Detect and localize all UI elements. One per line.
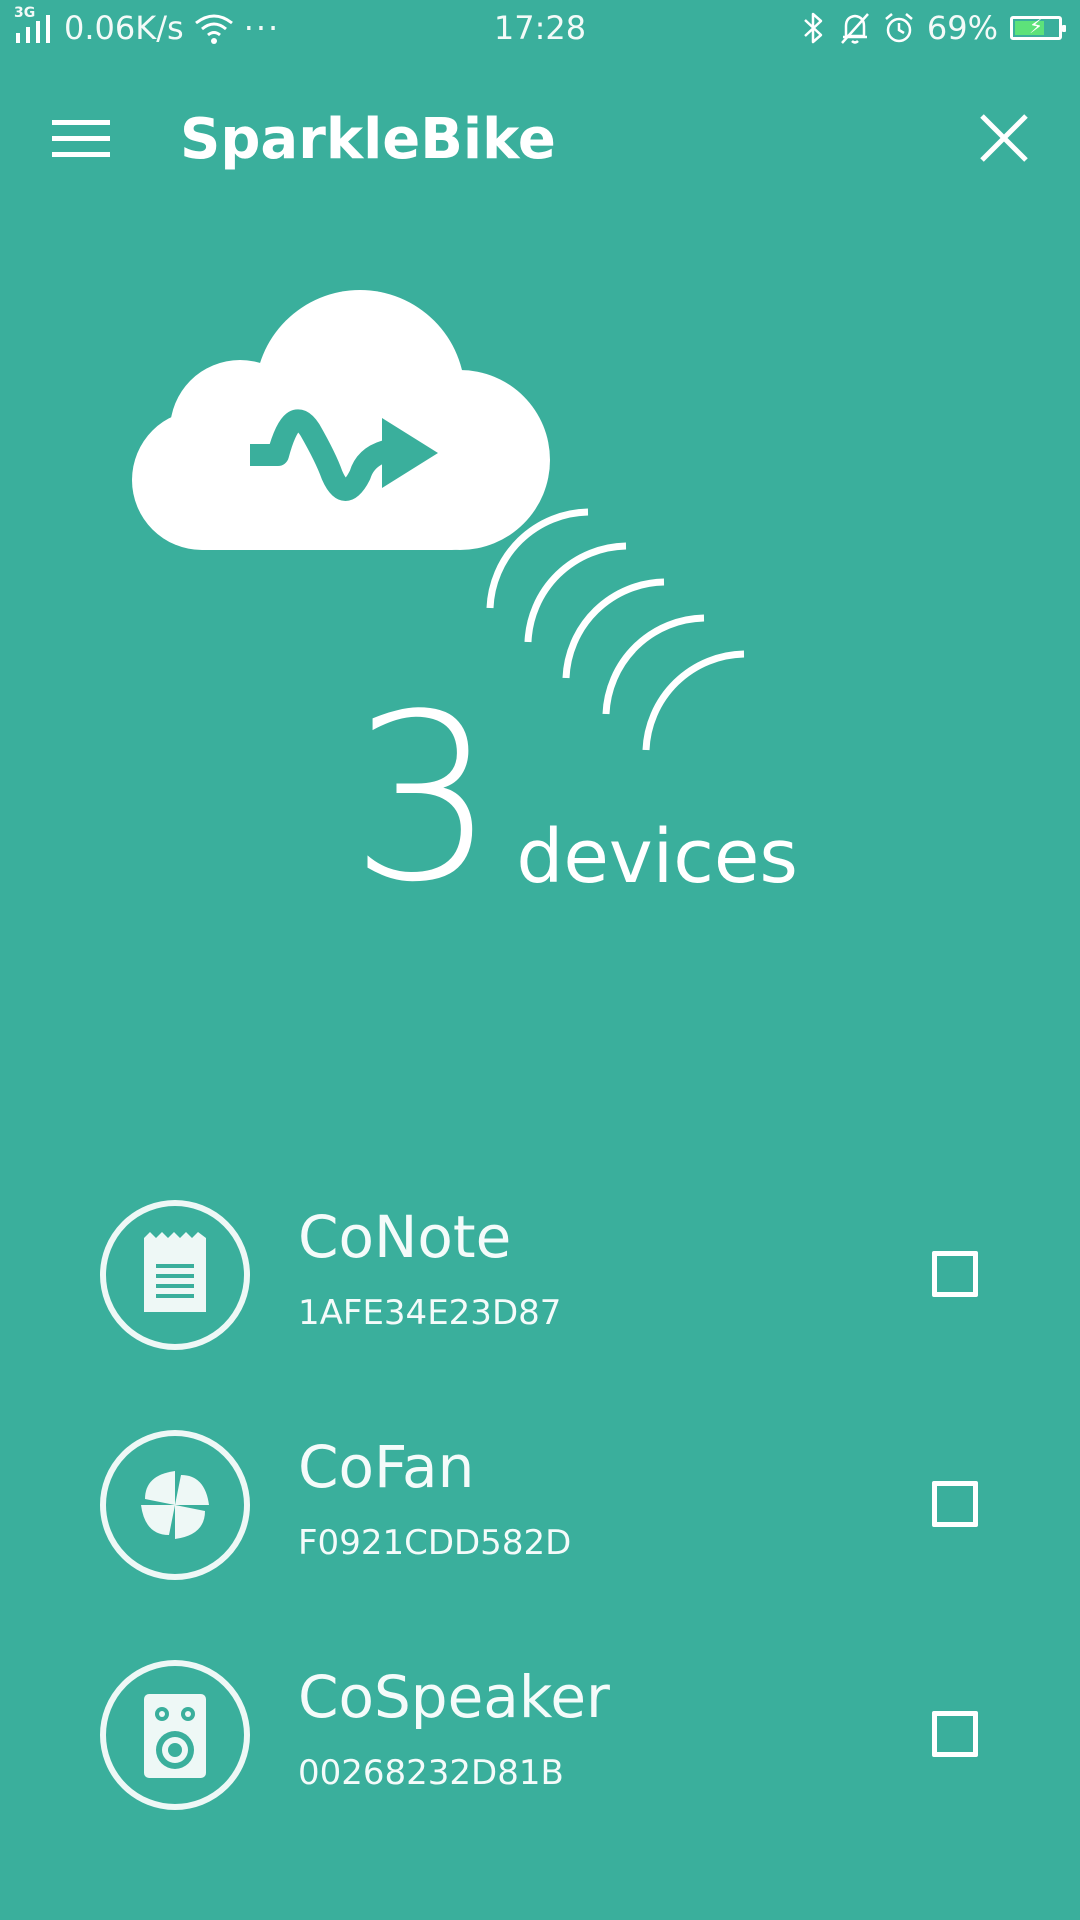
device-name: CoFan <box>298 1433 475 1501</box>
device-row-cofan[interactable]: CoFan F0921CDD582D <box>0 1425 1080 1655</box>
speaker-icon <box>144 1694 206 1778</box>
bluetooth-icon <box>801 11 827 45</box>
device-list: CoNote 1AFE34E23D87 CoFan F0921CDD582D C… <box>0 1195 1080 1885</box>
close-icon[interactable] <box>976 110 1032 166</box>
device-id: 00268232D81B <box>298 1753 564 1793</box>
menu-icon[interactable] <box>52 116 112 162</box>
device-id: F0921CDD582D <box>298 1523 572 1563</box>
device-name: CoSpeaker <box>298 1663 610 1731</box>
battery-icon: ⚡ <box>1010 14 1066 40</box>
device-id: 1AFE34E23D87 <box>298 1293 562 1333</box>
app-bar: SparkleBike <box>0 90 1080 190</box>
device-count-label: devices <box>516 814 798 900</box>
app-title: SparkleBike <box>180 107 556 172</box>
device-checkbox[interactable] <box>932 1251 978 1297</box>
device-avatar <box>100 1430 250 1580</box>
bell-muted-icon <box>839 11 871 45</box>
device-checkbox[interactable] <box>932 1481 978 1527</box>
charging-bolt-icon: ⚡ <box>1028 14 1044 38</box>
fan-icon <box>141 1471 209 1539</box>
device-row-cospeaker[interactable]: CoSpeaker 00268232D81B <box>0 1655 1080 1885</box>
device-checkbox[interactable] <box>932 1711 978 1757</box>
status-bar: 3G 0.06K/s ··· 17:28 69% ⚡ <box>0 0 1080 56</box>
alarm-icon <box>883 11 915 45</box>
notepad-icon <box>144 1232 206 1312</box>
status-right: 69% ⚡ <box>801 6 1066 50</box>
battery-percent: 69% <box>926 9 998 47</box>
device-name: CoNote <box>298 1203 512 1271</box>
device-row-conote[interactable]: CoNote 1AFE34E23D87 <box>0 1195 1080 1425</box>
device-count: 3 devices <box>350 666 798 933</box>
cloud-icon <box>132 290 550 550</box>
device-avatar <box>100 1200 250 1350</box>
device-avatar <box>100 1660 250 1810</box>
device-count-number: 3 <box>350 666 496 933</box>
